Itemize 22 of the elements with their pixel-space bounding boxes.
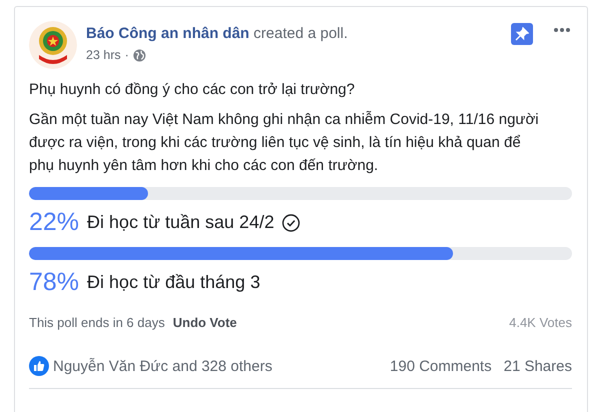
poll-percent: 78% bbox=[29, 268, 80, 297]
poll-percent: 22% bbox=[29, 208, 80, 237]
separator: · bbox=[124, 48, 129, 62]
poll-question: Phụ huynh có đồng ý cho các con trở lại trường? bbox=[29, 81, 356, 98]
like-icon[interactable] bbox=[29, 356, 49, 376]
likes-summary[interactable]: Nguyễn Văn Đức and 328 others bbox=[53, 358, 272, 374]
emblem-icon[interactable] bbox=[29, 21, 77, 69]
vote-count[interactable]: 4.4K Votes bbox=[509, 315, 572, 330]
globe-icon[interactable] bbox=[132, 48, 146, 62]
pin-icon[interactable] bbox=[511, 23, 533, 45]
share-count[interactable]: 21 Shares bbox=[504, 358, 572, 374]
poll-ends-text: This poll ends in 6 days bbox=[29, 315, 165, 330]
undo-vote-link[interactable]: Undo Vote bbox=[172, 315, 237, 330]
post-text: Gần một tuần nay Việt Nam không ghi nhận ca nhiễm Covid-19, 11/16 người được ra viện, trong khi các trường liên tục vệ sinh, là tín hiệu khả quan để phụ huynh yên tâm hơn khi cho các con đến trường. bbox=[29, 110, 540, 176]
poll-bar[interactable] bbox=[29, 187, 572, 200]
page-name-link[interactable]: Báo Công an nhân dân bbox=[86, 25, 250, 42]
poll-option[interactable]: Đi học từ đầu tháng 3 bbox=[87, 272, 260, 293]
comment-count[interactable]: 190 Comments bbox=[390, 358, 492, 374]
poll-bar[interactable] bbox=[29, 247, 572, 260]
poll-option[interactable]: Đi học từ tuần sau 24/2 bbox=[87, 212, 274, 233]
post-time[interactable]: 23 hrs bbox=[86, 48, 121, 62]
post-action: created a poll. bbox=[254, 25, 348, 42]
